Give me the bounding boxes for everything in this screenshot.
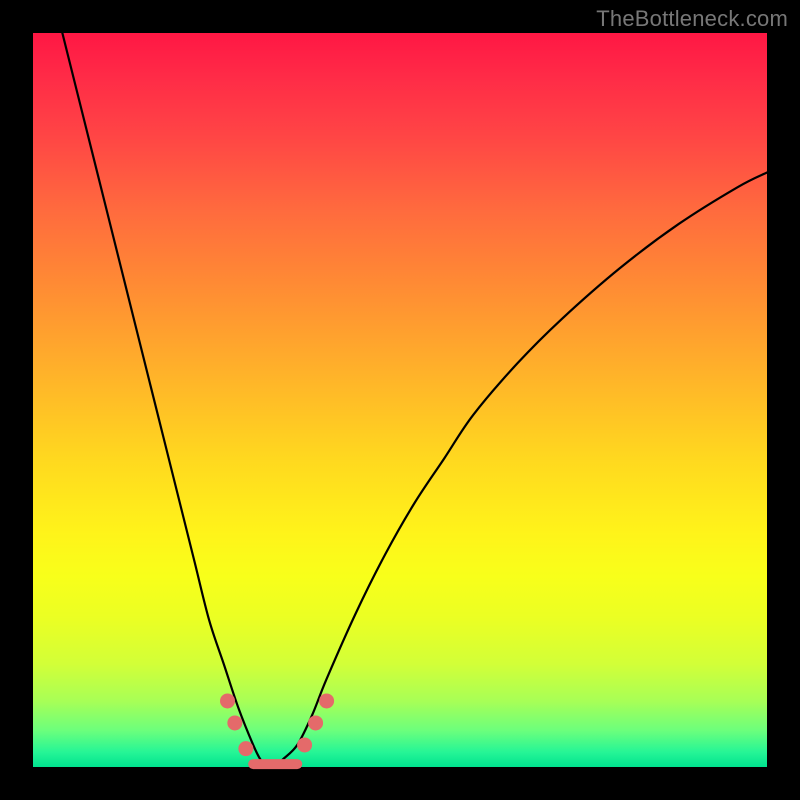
- watermark-text: TheBottleneck.com: [596, 6, 788, 32]
- plot-area: [33, 33, 767, 767]
- curve-marker-dot: [227, 715, 242, 730]
- curve-marker-dot: [308, 715, 323, 730]
- curve-svg: [33, 33, 767, 767]
- curve-marker-dot: [297, 737, 312, 752]
- curve-marker-dot: [319, 693, 334, 708]
- curve-marker-dot: [238, 741, 253, 756]
- chart-frame: TheBottleneck.com: [0, 0, 800, 800]
- curve-marker-dot: [220, 693, 235, 708]
- bottleneck-curve: [62, 33, 767, 768]
